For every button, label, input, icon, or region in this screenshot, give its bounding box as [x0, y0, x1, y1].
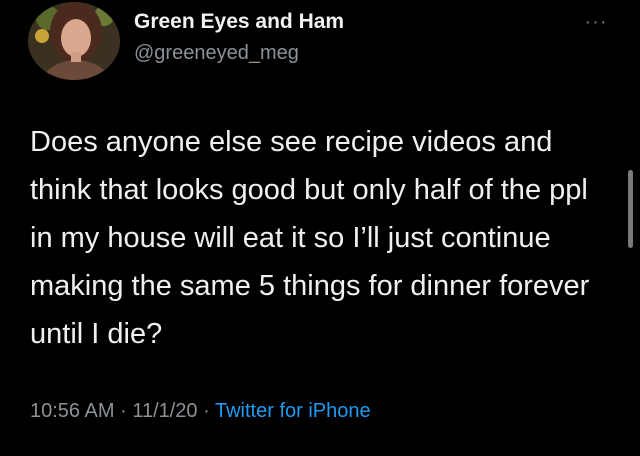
tweet-source-link[interactable]: Twitter for iPhone: [215, 400, 371, 422]
user-handle[interactable]: @greeneyed_meg: [134, 42, 299, 65]
scrollbar[interactable]: [628, 170, 633, 248]
tweet-date[interactable]: 11/1/20: [132, 400, 197, 422]
meta-separator: ·: [203, 400, 210, 422]
tweet-time[interactable]: 10:56 AM: [30, 400, 115, 422]
tweet-text: Does anyone else see recipe videos and t…: [30, 126, 590, 350]
avatar[interactable]: [28, 2, 120, 80]
meta-separator: ·: [120, 400, 127, 422]
display-name[interactable]: Green Eyes and Ham: [134, 10, 344, 34]
tweet-card: Green Eyes and Ham @greeneyed_meg ··· Do…: [0, 0, 640, 456]
more-options-icon[interactable]: ···: [576, 8, 616, 36]
tweet-meta: 10:56 AM · 11/1/20 · Twitter for iPhone: [30, 400, 371, 423]
avatar-photo: [28, 2, 120, 80]
